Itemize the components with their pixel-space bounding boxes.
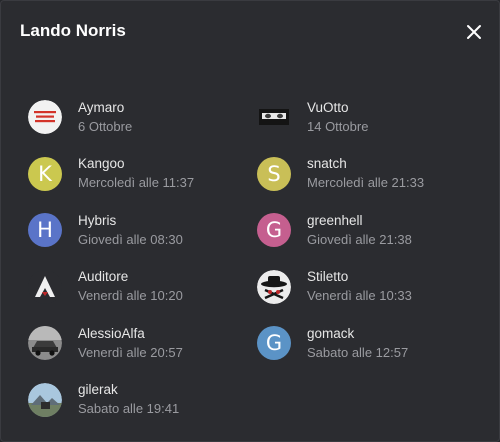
list-item-stiletto[interactable]: Stiletto Venerdì alle 10:33 <box>257 259 486 316</box>
item-name: VuOtto <box>307 99 349 115</box>
list-item-snatch[interactable]: S snatch Mercoledì alle 21:33 <box>257 146 486 203</box>
list-item-auditore[interactable]: Auditore Venerdì alle 10:20 <box>28 259 257 316</box>
close-icon[interactable] <box>464 22 484 42</box>
avatar: S <box>257 156 291 191</box>
item-time: Venerdì alle 10:20 <box>78 288 183 304</box>
list-item-vuotto[interactable]: VuOtto 14 Ottobre <box>257 89 486 146</box>
item-name: gilerak <box>78 382 118 398</box>
item-time: Venerdì alle 10:33 <box>307 288 412 304</box>
landscape-photo-icon <box>28 382 62 417</box>
list-item-gilerak[interactable]: gilerak Sabato alle 19:41 <box>28 372 257 429</box>
avatar-letter: K <box>38 161 52 186</box>
item-name: Auditore <box>78 269 129 285</box>
avatar-letter: S <box>267 161 281 186</box>
item-name: Hybris <box>78 212 117 228</box>
list-item-gomack[interactable]: G gomack Sabato alle 12:57 <box>257 315 486 372</box>
item-name: AlessioAlfa <box>78 325 145 341</box>
item-name: snatch <box>307 156 347 172</box>
avatar <box>28 326 62 361</box>
avatar <box>28 382 62 417</box>
avatar <box>257 100 291 134</box>
item-time: Sabato alle 12:57 <box>307 344 409 360</box>
avatar <box>28 100 62 135</box>
participants-list: Aymaro 6 Ottobre VuOtto 14 Ottobre K Kan… <box>28 89 486 428</box>
avatar <box>257 269 291 304</box>
item-name: Kangoo <box>78 156 125 172</box>
item-time: Sabato alle 19:41 <box>78 401 180 417</box>
assassin-logo-icon <box>28 269 62 304</box>
list-item-greenhell[interactable]: G greenhell Giovedì alle 21:38 <box>257 202 486 259</box>
hat-emblem-icon <box>257 269 291 304</box>
item-time: 14 Ottobre <box>307 118 369 134</box>
item-time: Giovedì alle 21:38 <box>307 231 412 247</box>
participants-dialog: Lando Norris Aymaro 6 Ottobre VuOtto 14 … <box>0 0 500 442</box>
list-item-aymaro[interactable]: Aymaro 6 Ottobre <box>28 89 257 146</box>
list-item-alessioalfa[interactable]: AlessioAlfa Venerdì alle 20:57 <box>28 315 257 372</box>
avatar-letter: G <box>265 218 283 243</box>
item-name: Stiletto <box>307 269 349 285</box>
item-time: 6 Ottobre <box>78 118 133 134</box>
eyes-photo-icon <box>259 109 289 126</box>
red-text-logo-icon <box>28 100 62 135</box>
list-item-hybris[interactable]: H Hybris Giovedì alle 08:30 <box>28 202 257 259</box>
avatar-letter: H <box>37 218 53 243</box>
dialog-title: Lando Norris <box>20 21 126 40</box>
avatar: G <box>257 213 291 248</box>
item-time: Mercoledì alle 21:33 <box>307 175 425 191</box>
avatar: G <box>257 326 291 361</box>
avatar: K <box>28 156 62 191</box>
avatar <box>28 269 62 304</box>
item-time: Giovedì alle 08:30 <box>78 231 183 247</box>
item-time: Mercoledì alle 11:37 <box>78 175 195 191</box>
item-time: Venerdì alle 20:57 <box>78 344 183 360</box>
avatar-letter: G <box>265 331 283 356</box>
item-name: gomack <box>307 325 355 341</box>
list-item-kangoo[interactable]: K Kangoo Mercoledì alle 11:37 <box>28 146 257 203</box>
car-photo-icon <box>28 326 62 361</box>
item-name: Aymaro <box>78 99 125 115</box>
avatar: H <box>28 213 62 248</box>
item-name: greenhell <box>307 212 363 228</box>
